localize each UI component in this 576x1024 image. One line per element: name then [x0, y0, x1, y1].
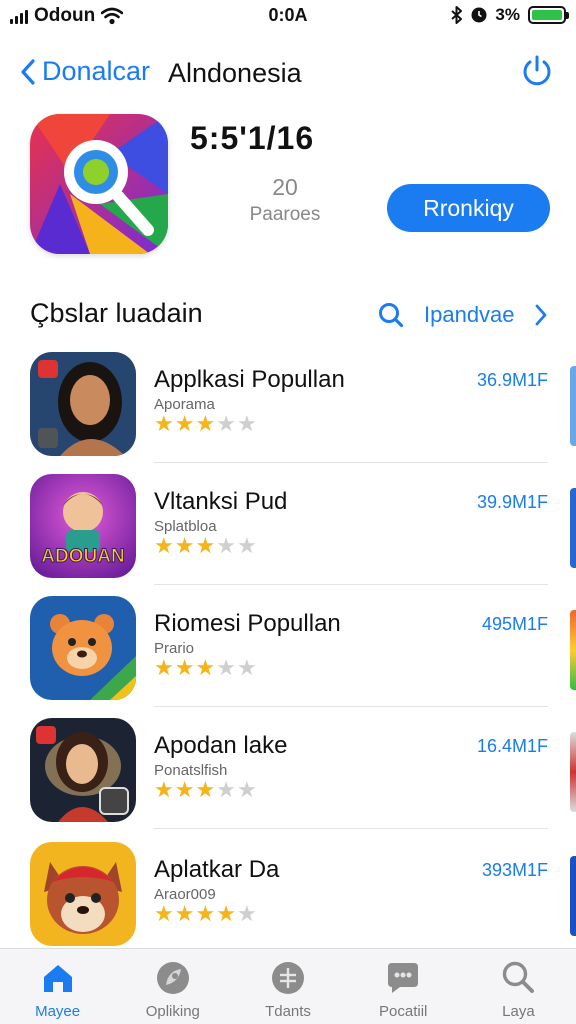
star-empty-icon: ★ — [216, 533, 236, 558]
app-name: Riomesi Popullan — [154, 610, 341, 637]
star-empty-icon: ★ — [216, 411, 236, 436]
star-empty-icon: ★ — [236, 655, 257, 680]
battery-icon — [528, 6, 569, 24]
divider — [154, 584, 548, 585]
star-empty-icon: ★ — [216, 655, 236, 680]
star-filled-icon: ★ — [154, 901, 174, 926]
tab-apps[interactable]: Tdants — [230, 949, 345, 1024]
app-icon-cartoon-boy: ADOUAN — [30, 474, 136, 578]
star-rating: ★ ★ ★ ★ ★ — [154, 656, 257, 680]
app-size: 16.4M1F — [476, 736, 548, 756]
app-size: 39.9M1F — [476, 492, 548, 512]
star-filled-icon: ★ — [154, 777, 174, 802]
star-empty-icon: ★ — [236, 777, 257, 802]
divider — [154, 828, 548, 829]
edge-preview-strip — [570, 732, 576, 812]
list-item[interactable]: Aplatkar Da Araor009 ★ ★ ★ ★ ★ 393M1F — [0, 842, 576, 962]
edge-preview-strip — [570, 366, 576, 446]
list-item[interactable]: Apodan lake Ponatslfish ★ ★ ★ ★ ★ 16.4M1F — [0, 718, 576, 838]
star-rating: ★ ★ ★ ★ ★ — [154, 778, 257, 802]
app-name: Applkasi Popullan — [154, 366, 345, 393]
star-rating: ★ ★ ★ ★ ★ — [154, 412, 257, 436]
app-icon-cartoon-girl — [30, 718, 136, 822]
app-icon-bear — [30, 596, 136, 700]
section-title: Çbslar luadain — [30, 298, 203, 328]
chevron-left-icon — [21, 58, 35, 85]
battery-percent: 3% — [495, 5, 520, 24]
power-icon[interactable] — [520, 54, 554, 88]
tab-label: Tdants — [265, 1003, 311, 1020]
search-icon[interactable] — [378, 302, 404, 328]
star-filled-icon: ★ — [174, 901, 195, 926]
app-name: Vltanksi Pud — [154, 488, 288, 515]
apps-icon — [272, 962, 304, 994]
tab-label: Opliking — [145, 1003, 200, 1020]
star-rating: ★ ★ ★ ★ ★ — [154, 534, 257, 558]
star-empty-icon: ★ — [236, 411, 257, 436]
star-filled-icon: ★ — [154, 655, 174, 680]
star-rating: ★ ★ ★ ★ ★ — [154, 902, 257, 926]
tab-bar: Mayee Opliking Tdants Pocatiil Laya — [0, 948, 576, 1024]
featured-app-title: 5:5'1/16 — [190, 120, 315, 156]
list-item[interactable]: Applkasi Popullan Aporama ★ ★ ★ ★ ★ 36.9M1F — [0, 352, 576, 472]
star-filled-icon: ★ — [195, 901, 216, 926]
tab-search[interactable]: Laya — [461, 949, 576, 1024]
app-icon-badge-text: ADOUAN — [41, 546, 124, 567]
nav-title: Alndonesia — [168, 58, 302, 88]
tab-home[interactable]: Mayee — [0, 949, 115, 1024]
star-empty-icon: ★ — [216, 777, 236, 802]
app-size: 36.9M1F — [476, 370, 548, 390]
star-filled-icon: ★ — [195, 533, 216, 558]
star-filled-icon: ★ — [154, 533, 174, 558]
chat-icon — [388, 963, 419, 993]
status-bar: Odoun 0:0A 3% — [0, 0, 576, 30]
divider — [154, 706, 548, 707]
status-right: 3% — [451, 5, 569, 25]
app-size: 393M1F — [481, 860, 548, 880]
nav-bar: Donalcar Alndonesia — [0, 50, 576, 98]
featured-app-icon[interactable] — [30, 114, 168, 254]
app-icon-fox — [30, 842, 136, 946]
divider — [154, 462, 548, 463]
tab-label: Laya — [502, 1003, 535, 1020]
search-icon — [503, 961, 535, 993]
star-empty-icon: ★ — [236, 533, 257, 558]
tab-rocket[interactable]: Opliking — [115, 949, 230, 1024]
star-filled-icon: ★ — [174, 533, 195, 558]
star-empty-icon: ★ — [236, 901, 257, 926]
edge-preview-strip — [570, 610, 576, 690]
star-filled-icon: ★ — [154, 411, 174, 436]
tab-chat[interactable]: Pocatiil — [346, 949, 461, 1024]
star-filled-icon: ★ — [174, 777, 195, 802]
featured-app-rating: 20 — [272, 174, 298, 200]
focus-icon — [471, 7, 487, 23]
app-name: Aplatkar Da — [154, 856, 280, 883]
back-label: Donalcar — [42, 56, 151, 86]
chevron-right-icon[interactable] — [534, 304, 548, 326]
see-all-link[interactable]: Ipandvae — [424, 302, 515, 328]
app-size: 495M1F — [481, 614, 548, 634]
bluetooth-icon — [451, 6, 463, 24]
star-filled-icon: ★ — [216, 901, 236, 926]
featured-app-rating-label: Paaroes — [249, 204, 321, 225]
star-filled-icon: ★ — [195, 655, 216, 680]
app-name: Apodan lake — [154, 732, 288, 759]
edge-preview-strip — [570, 856, 576, 936]
star-filled-icon: ★ — [174, 411, 195, 436]
star-filled-icon: ★ — [195, 411, 216, 436]
app-icon-portrait-woman — [30, 352, 136, 456]
tab-label: Mayee — [35, 1003, 81, 1020]
list-item[interactable]: Riomesi Popullan Prario ★ ★ ★ ★ ★ 495M1F — [0, 596, 576, 716]
star-filled-icon: ★ — [195, 777, 216, 802]
rocket-icon — [156, 962, 189, 994]
edge-preview-strip — [570, 488, 576, 568]
star-filled-icon: ★ — [174, 655, 195, 680]
tab-label: Pocatiil — [379, 1003, 428, 1020]
list-item[interactable]: ADOUAN Vltanksi Pud Splatbloa ★ ★ ★ ★ ★ 39.9… — [0, 474, 576, 594]
back-button[interactable]: Donalcar — [20, 56, 150, 87]
get-button[interactable]: Rronkiqy — [387, 184, 550, 232]
home-icon — [43, 965, 72, 992]
